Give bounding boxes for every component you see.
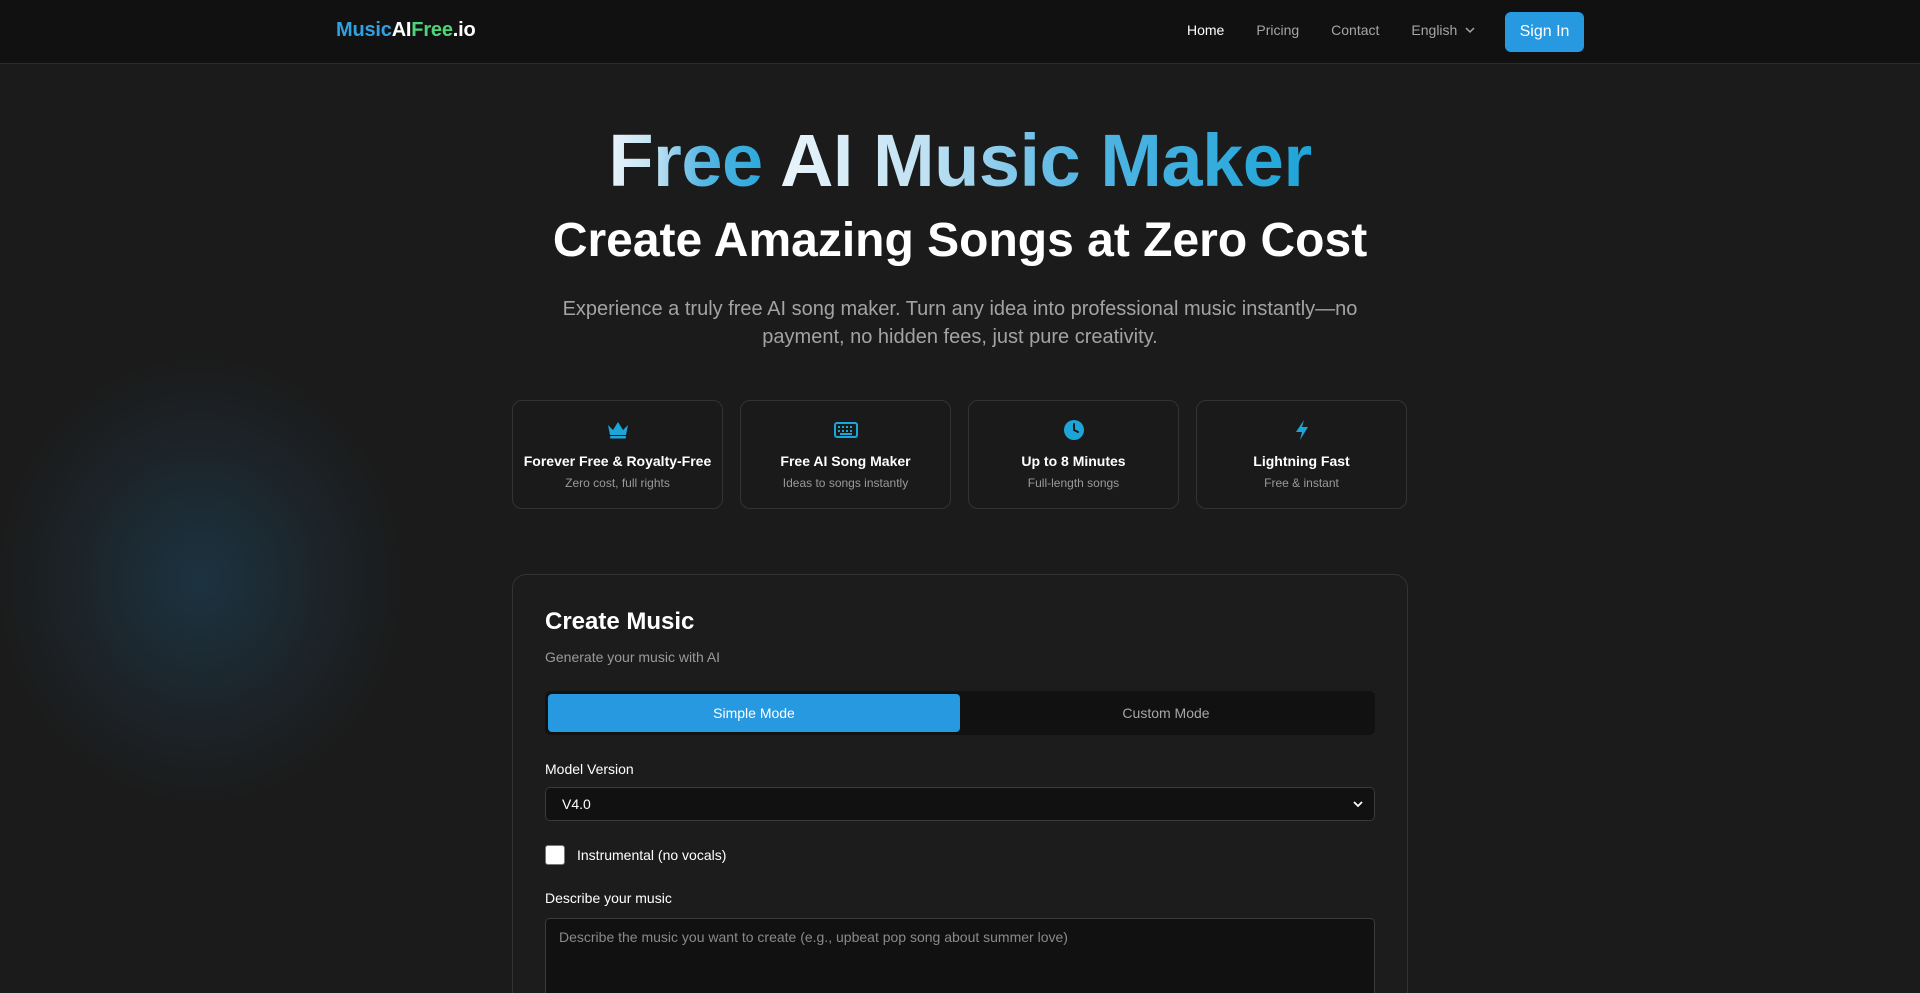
simple-mode-tab[interactable]: Simple Mode — [548, 694, 960, 732]
feature-subtitle: Free & instant — [1264, 476, 1339, 490]
hero-title: Free AI Music Maker — [0, 118, 1920, 203]
feature-card-duration: Up to 8 Minutes Full-length songs — [968, 400, 1179, 509]
hero-subtitle: Create Amazing Songs at Zero Cost — [552, 214, 1368, 267]
lightning-icon — [1295, 420, 1308, 440]
clock-icon — [1063, 420, 1084, 440]
logo-part-ai: AI — [391, 19, 412, 41]
nav-links: Home Pricing Contact English — [1187, 22, 1477, 38]
feature-title: Up to 8 Minutes — [1021, 453, 1126, 469]
nav-link-pricing[interactable]: Pricing — [1256, 22, 1299, 38]
feature-card-fast: Lightning Fast Free & instant — [1196, 400, 1407, 509]
instrumental-label: Instrumental (no vocals) — [577, 847, 727, 863]
hero-title-highlight: AI Music Maker — [779, 119, 1312, 202]
model-version-value: V4.0 — [562, 796, 591, 812]
feature-title: Free AI Song Maker — [780, 453, 911, 469]
logo-part-music: Music — [336, 19, 392, 41]
nav-link-home[interactable]: Home — [1187, 22, 1224, 38]
model-version-select[interactable]: V4.0 — [545, 787, 1375, 821]
panel-title: Create Music — [545, 608, 695, 635]
crown-icon — [607, 422, 628, 439]
logo-part-domain: .io — [452, 19, 476, 41]
custom-mode-tab[interactable]: Custom Mode — [960, 694, 1372, 732]
chevron-down-icon — [1353, 801, 1363, 808]
describe-music-textarea[interactable]: Describe the music you want to create (e… — [545, 918, 1375, 993]
chevron-down-icon — [1465, 27, 1475, 34]
model-version-label: Model Version — [545, 761, 634, 777]
background-glow — [0, 360, 400, 800]
describe-music-label: Describe your music — [545, 890, 672, 906]
navbar: MusicAIFree.io Home Pricing Contact Engl… — [0, 0, 1920, 64]
feature-subtitle: Zero cost, full rights — [565, 476, 670, 490]
logo[interactable]: MusicAIFree.io — [336, 19, 476, 42]
sign-in-button[interactable]: Sign In — [1505, 12, 1584, 52]
feature-title: Forever Free & Royalty-Free — [523, 453, 712, 469]
feature-subtitle: Ideas to songs instantly — [782, 476, 909, 490]
instrumental-option: Instrumental (no vocals) — [545, 845, 726, 865]
language-selector[interactable]: English — [1411, 22, 1477, 38]
language-label: English — [1411, 22, 1458, 38]
feature-subtitle: Full-length songs — [1027, 476, 1120, 490]
feature-cards: Forever Free & Royalty-Free Zero cost, f… — [512, 400, 1407, 509]
feature-title: Lightning Fast — [1253, 453, 1350, 469]
instrumental-checkbox[interactable] — [545, 845, 565, 865]
logo-part-free: Free — [411, 19, 453, 41]
keyboard-icon — [833, 422, 858, 438]
hero-description: Experience a truly free AI song maker. T… — [562, 298, 1358, 348]
hero-title-free: Free — [608, 119, 780, 202]
create-music-panel: Create Music Generate your music with AI… — [512, 574, 1408, 993]
nav-link-contact[interactable]: Contact — [1331, 22, 1379, 38]
mode-switcher: Simple Mode Custom Mode — [545, 691, 1375, 735]
feature-card-song-maker: Free AI Song Maker Ideas to songs instan… — [740, 400, 951, 509]
feature-card-royalty-free: Forever Free & Royalty-Free Zero cost, f… — [512, 400, 723, 509]
panel-subtitle: Generate your music with AI — [545, 649, 721, 665]
